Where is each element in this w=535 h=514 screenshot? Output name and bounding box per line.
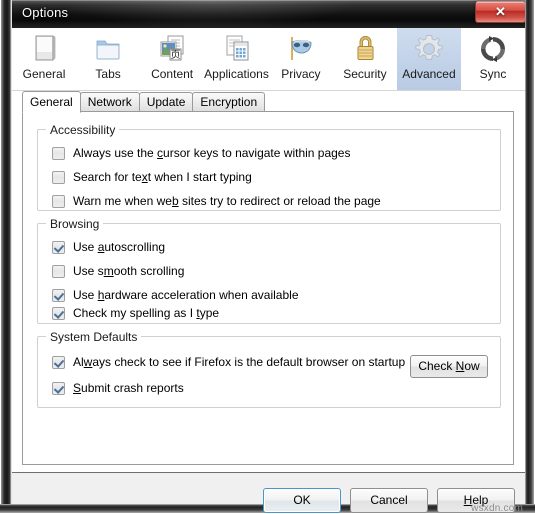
- close-icon: ✕: [495, 4, 506, 19]
- toolbar-label-security: Security: [343, 67, 387, 81]
- checkbox-row-search-text[interactable]: Search for text when I start typing: [52, 168, 252, 186]
- tab-general[interactable]: General: [22, 91, 81, 113]
- content-pages-icon: 页: [155, 32, 189, 66]
- toolbar-label-advanced: Advanced: [402, 67, 456, 81]
- checkbox-spell-check[interactable]: [52, 306, 65, 320]
- toolbar-label-privacy: Privacy: [281, 67, 321, 81]
- accessibility-group: Accessibility Always use the cursor keys…: [37, 123, 501, 211]
- checkbox-warn-redirect[interactable]: [52, 194, 65, 208]
- checkbox-smooth-scrolling[interactable]: [52, 264, 65, 278]
- general-tab-panel: Accessibility Always use the cursor keys…: [22, 111, 514, 465]
- toolbar-label-sync: Sync: [479, 67, 507, 81]
- folder-icon: [91, 32, 125, 66]
- browsing-group: Browsing Use autoscrolling Use smooth sc…: [37, 217, 501, 324]
- svg-text:页: 页: [171, 49, 181, 61]
- checkbox-cursor-keys[interactable]: [52, 146, 65, 160]
- window-border-right: [525, 0, 535, 514]
- browsing-group-label: Browsing: [46, 217, 104, 231]
- padlock-icon: [348, 32, 382, 66]
- checkbox-row-cursor-keys[interactable]: Always use the cursor keys to navigate w…: [52, 144, 350, 162]
- checkbox-label-hardware-acceleration: Use hardware acceleration when available: [73, 288, 299, 302]
- dialog-client-area: General Tabs 页 Content Applications Priv…: [12, 28, 525, 513]
- toolbar-label-applications: Applications: [204, 67, 269, 81]
- checkbox-default-browser[interactable]: [52, 355, 65, 369]
- title-bar-glow: [60, 0, 360, 28]
- window-title: Options: [22, 5, 69, 20]
- options-dialog-window: Options ✕ General Tabs 页 Content Applica…: [0, 0, 535, 514]
- toolbar-item-advanced[interactable]: Advanced: [396, 28, 461, 90]
- toolbar-label-tabs: Tabs: [95, 67, 121, 81]
- tab-network[interactable]: Network: [79, 92, 140, 112]
- toolbar-item-general[interactable]: General: [12, 28, 76, 90]
- checkbox-label-crash-reports: Submit crash reports: [73, 381, 184, 395]
- checkbox-label-search-text: Search for text when I start typing: [73, 170, 252, 184]
- checkbox-label-cursor-keys: Always use the cursor keys to navigate w…: [73, 146, 351, 160]
- checkbox-autoscrolling[interactable]: [52, 240, 65, 254]
- checkbox-hardware-acceleration[interactable]: [52, 288, 65, 302]
- toolbar-item-privacy[interactable]: Privacy: [269, 28, 333, 90]
- toolbar-item-tabs[interactable]: Tabs: [76, 28, 140, 90]
- system-defaults-group-label: System Defaults: [46, 330, 142, 344]
- advanced-tab-strip: General Network Update Encryption: [12, 90, 525, 113]
- sync-arrows-icon: [476, 32, 510, 66]
- watermark: wsxdn.com: [471, 503, 523, 514]
- close-button[interactable]: ✕: [475, 1, 526, 23]
- title-bar: Options ✕: [0, 0, 535, 28]
- cancel-button[interactable]: Cancel: [350, 488, 428, 513]
- tab-encryption[interactable]: Encryption: [192, 92, 266, 112]
- checkbox-row-default-browser[interactable]: Always check to see if Firefox is the de…: [52, 353, 405, 371]
- accessibility-group-label: Accessibility: [46, 123, 120, 137]
- checkbox-row-hardware-acceleration[interactable]: Use hardware acceleration when available: [52, 286, 299, 304]
- tab-update[interactable]: Update: [138, 92, 194, 112]
- checkbox-search-text[interactable]: [52, 170, 65, 184]
- options-category-toolbar: General Tabs 页 Content Applications Priv…: [12, 28, 525, 91]
- toolbar-item-sync[interactable]: Sync: [461, 28, 525, 90]
- toolbar-label-general: General: [22, 67, 66, 81]
- toolbar-item-content[interactable]: 页 Content: [140, 28, 204, 90]
- checkbox-label-warn-redirect: Warn me when web sites try to redirect o…: [73, 194, 381, 208]
- toolbar-label-content: Content: [151, 67, 194, 81]
- toolbar-item-security[interactable]: Security: [333, 28, 397, 90]
- document-icon: [27, 32, 61, 66]
- dialog-footer: OK Cancel Help: [12, 473, 525, 513]
- window-border-left: [0, 0, 12, 514]
- system-defaults-group: System Defaults Always check to see if F…: [37, 330, 501, 408]
- check-now-button[interactable]: Check Now: [410, 355, 488, 378]
- checkbox-row-crash-reports[interactable]: Submit crash reports: [52, 379, 184, 397]
- ok-button[interactable]: OK: [263, 488, 341, 513]
- checkbox-label-spell-check: Check my spelling as I type: [73, 306, 220, 320]
- applications-icon: [220, 32, 254, 66]
- checkbox-row-smooth-scrolling[interactable]: Use smooth scrolling: [52, 262, 184, 280]
- toolbar-item-applications[interactable]: Applications: [204, 28, 269, 90]
- checkbox-row-warn-redirect[interactable]: Warn me when web sites try to redirect o…: [52, 192, 381, 210]
- checkbox-label-autoscrolling: Use autoscrolling: [73, 240, 166, 254]
- checkbox-row-spell-check[interactable]: Check my spelling as I type: [52, 304, 219, 322]
- checkbox-label-default-browser: Always check to see if Firefox is the de…: [73, 355, 406, 369]
- gear-icon: [412, 32, 446, 66]
- checkbox-crash-reports[interactable]: [52, 381, 65, 395]
- mask-icon: [284, 32, 318, 66]
- checkbox-label-smooth-scrolling: Use smooth scrolling: [73, 264, 185, 278]
- checkbox-row-autoscrolling[interactable]: Use autoscrolling: [52, 238, 165, 256]
